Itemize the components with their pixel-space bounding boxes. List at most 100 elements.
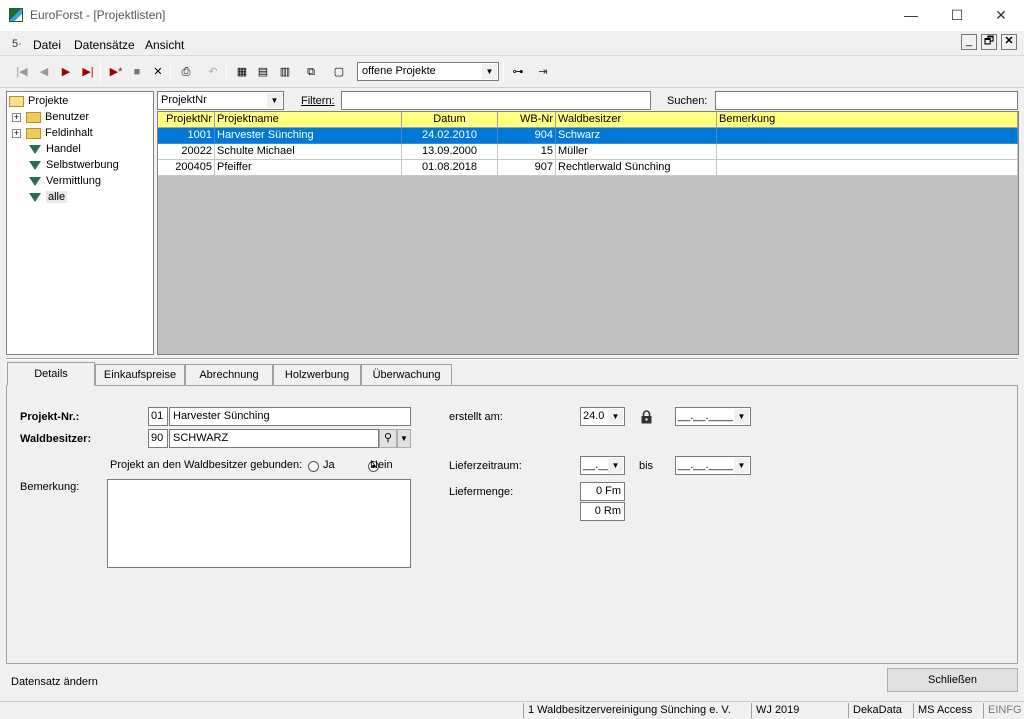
- filter-icon: [29, 192, 41, 202]
- folder-icon: [26, 111, 41, 123]
- lock-icon[interactable]: [641, 410, 652, 424]
- waldbesitzer-name-field[interactable]: SCHWARZ: [169, 429, 379, 448]
- first-record-icon[interactable]: |◀: [12, 62, 32, 82]
- cell-datum: 01.08.2018: [402, 160, 498, 176]
- liefermenge-fm-field[interactable]: 0 Fm: [580, 482, 625, 501]
- expand-icon[interactable]: +: [12, 113, 21, 122]
- filter-icon: [29, 144, 41, 154]
- cell-waldbesitzer: Schwarz: [556, 128, 717, 144]
- liefermenge-rm-field[interactable]: 0 Rm: [580, 502, 625, 521]
- radio-nein-label: Nein: [370, 459, 393, 471]
- bemerkung-label: Bemerkung:: [20, 481, 80, 493]
- cell-projektnr: 20022: [158, 144, 215, 160]
- tree-item-label: Projekte: [28, 95, 69, 107]
- tree-item-vermittlung[interactable]: Vermittlung: [29, 173, 101, 189]
- category-tree: Projekte + Benutzer + Feldinhalt Handel …: [6, 91, 154, 355]
- projekt-name-field[interactable]: Harvester Sünching: [169, 407, 411, 426]
- column-header-wbnr[interactable]: WB-Nr: [498, 112, 556, 128]
- menu-ansicht[interactable]: Ansicht: [145, 38, 184, 52]
- filter-label: Filtern:: [301, 95, 335, 107]
- tree-item-selbstwerbung[interactable]: Selbstwerbung: [29, 157, 119, 173]
- chevron-down-icon[interactable]: ▼: [397, 429, 411, 448]
- previous-record-icon[interactable]: ◀: [34, 62, 54, 82]
- tab-ueberwachung[interactable]: Überwachung: [361, 364, 452, 385]
- tab-details[interactable]: Details: [7, 362, 95, 386]
- search-icon[interactable]: ⚲: [379, 429, 397, 448]
- maximize-button[interactable]: ☐: [934, 0, 980, 31]
- status-organisation: 1 Waldbesitzervereinigung Sünching e. V.: [523, 703, 751, 718]
- table-view-icon[interactable]: ▦: [232, 62, 252, 82]
- mdi-close-button[interactable]: ✕: [1001, 34, 1017, 50]
- column-header-datum[interactable]: Datum: [402, 112, 498, 128]
- tree-item-label: Feldinhalt: [45, 127, 93, 139]
- column-header-projektnr[interactable]: ProjektNr: [158, 112, 215, 128]
- tree-structure-icon[interactable]: ⊶: [508, 62, 528, 82]
- close-window-button[interactable]: ✕: [978, 0, 1024, 31]
- splitter[interactable]: [6, 358, 1018, 360]
- view-selector[interactable]: offene Projekte ▼: [357, 62, 499, 81]
- column-header-bemerkung[interactable]: Bemerkung: [717, 112, 1018, 128]
- bemerkung-textarea[interactable]: [107, 479, 411, 568]
- title-bar: EuroForst - [Projektlisten] — ☐ ✕: [0, 0, 1024, 31]
- bis-label: bis: [639, 460, 654, 472]
- exit-door-icon[interactable]: ⇥: [533, 62, 553, 82]
- close-button[interactable]: Schließen: [887, 668, 1018, 692]
- menu-datensaetze[interactable]: Datensätze: [74, 38, 135, 52]
- tree-item-label: Handel: [46, 143, 81, 155]
- sort-field-value: ProjektNr: [161, 94, 207, 106]
- tab-einkaufspreise[interactable]: Einkaufspreise: [95, 364, 185, 385]
- next-record-icon[interactable]: ▶: [56, 62, 76, 82]
- delete-icon[interactable]: ✕: [148, 62, 168, 82]
- app-logo-icon: [9, 8, 23, 22]
- projekt-nr-code-field[interactable]: 01: [148, 407, 168, 426]
- save-icon[interactable]: ■: [127, 62, 147, 82]
- copy-icon[interactable]: ⧉: [301, 62, 321, 82]
- chevron-down-icon: ▼: [482, 64, 497, 79]
- filter-input[interactable]: [341, 91, 651, 110]
- erstellt-date2-field[interactable]: __.__.____ ▼: [675, 407, 751, 426]
- column-header-projektname[interactable]: Projektname: [215, 112, 402, 128]
- column-header-waldbesitzer[interactable]: Waldbesitzer: [556, 112, 717, 128]
- split-view-icon[interactable]: ▥: [275, 62, 295, 82]
- tree-item-benutzer[interactable]: Benutzer: [26, 109, 89, 125]
- liefer-von-value: __.__: [583, 459, 611, 471]
- radio-ja[interactable]: [308, 460, 319, 472]
- waldbesitzer-code-field[interactable]: 90: [148, 429, 168, 448]
- tree-item-handel[interactable]: Handel: [29, 141, 81, 157]
- mdi-minimize-button[interactable]: _: [961, 34, 977, 50]
- last-record-icon[interactable]: ▶|: [78, 62, 98, 82]
- system-menu-icon[interactable]: 5·: [12, 38, 22, 50]
- window-title: EuroForst - [Projektlisten]: [30, 8, 166, 22]
- cell-datum: 24.02.2010: [402, 128, 498, 144]
- tab-holzwerbung[interactable]: Holzwerbung: [273, 364, 361, 385]
- tree-item-label: Benutzer: [45, 111, 90, 123]
- folder-open-icon: [9, 95, 24, 107]
- tree-item-projekte[interactable]: Projekte: [9, 93, 68, 109]
- report-icon[interactable]: ▢: [329, 62, 349, 82]
- view-selector-value: offene Projekte: [362, 65, 436, 77]
- liefermenge-label: Liefermenge:: [449, 486, 514, 498]
- erstellt-date-field[interactable]: 24.0 ▼: [580, 407, 625, 426]
- erstellt-label: erstellt am:: [449, 411, 503, 423]
- tree-item-feldinhalt[interactable]: Feldinhalt: [26, 125, 93, 141]
- minimize-button[interactable]: —: [888, 0, 934, 31]
- tab-abrechnung[interactable]: Abrechnung: [185, 364, 273, 385]
- liefer-bis-field[interactable]: __.__.____ ▼: [675, 456, 751, 475]
- form-view-icon[interactable]: ▤: [253, 62, 273, 82]
- undo-icon[interactable]: ↶: [203, 62, 223, 82]
- print-icon[interactable]: ⎙: [176, 62, 196, 82]
- filter-icon: [29, 176, 41, 186]
- mdi-restore-button[interactable]: 🗗: [981, 34, 997, 50]
- liefer-von-field[interactable]: __.__ ▼: [580, 456, 625, 475]
- tree-item-alle[interactable]: alle: [29, 189, 68, 205]
- tree-item-label: alle: [46, 191, 68, 203]
- waldbesitzer-label: Waldbesitzer:: [20, 433, 92, 445]
- gebunden-label: Projekt an den Waldbesitzer gebunden:: [110, 459, 303, 471]
- search-input[interactable]: [715, 91, 1018, 110]
- filter-icon: [29, 160, 41, 170]
- menu-datei[interactable]: Datei: [33, 38, 61, 52]
- expand-icon[interactable]: +: [12, 129, 21, 138]
- cell-waldbesitzer: Müller: [556, 144, 717, 160]
- sort-field-select[interactable]: ProjektNr ▼: [157, 91, 284, 110]
- new-record-icon[interactable]: ▶*: [106, 62, 126, 82]
